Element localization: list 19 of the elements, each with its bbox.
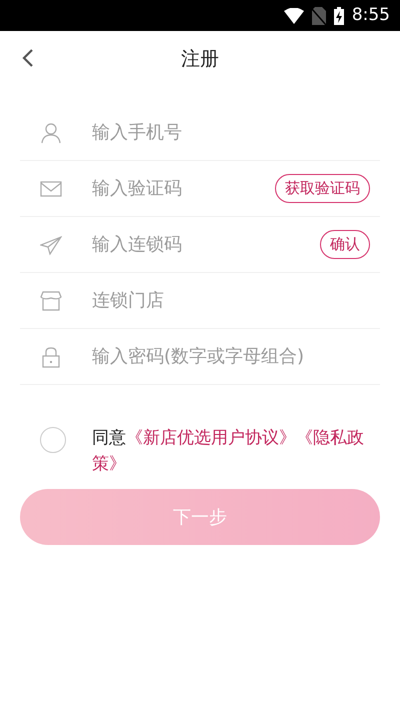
person-icon — [40, 122, 62, 144]
store-icon — [40, 290, 62, 312]
action-button[interactable]: 获取验证码 — [275, 174, 370, 203]
lock-icon — [40, 346, 62, 368]
input-field[interactable]: 输入手机号 — [92, 119, 380, 146]
input-field[interactable]: 输入验证码 — [92, 175, 275, 202]
agree-checkbox[interactable] — [40, 427, 66, 453]
input-field[interactable]: 输入连锁码 — [92, 231, 320, 258]
input-field[interactable]: 输入密码(数字或字母组合) — [92, 343, 380, 370]
wifi-icon — [284, 8, 304, 24]
action-button[interactable]: 确认 — [320, 230, 370, 259]
no-sim-icon — [312, 6, 326, 24]
status-time: 8:55 — [352, 4, 390, 27]
battery-charging-icon — [334, 6, 344, 24]
paper-plane-icon — [40, 234, 62, 256]
input-field[interactable]: 连锁门店 — [92, 287, 380, 314]
agreement-text: 同意《新店优选用户协议》《隐私政策》 — [92, 427, 365, 476]
page-title: 注册 — [181, 46, 219, 72]
back-icon — [22, 48, 34, 68]
